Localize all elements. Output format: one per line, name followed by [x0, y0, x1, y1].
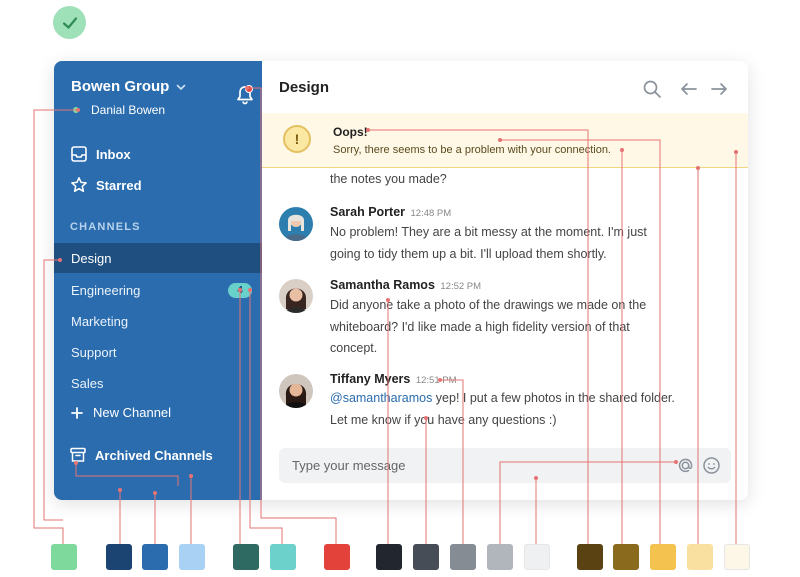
- color-swatch: [650, 544, 676, 570]
- team-name: Bowen Group: [71, 78, 170, 95]
- channel-label: Design: [71, 250, 112, 266]
- message-author: Sarah Porter 12:48 PM: [330, 205, 451, 219]
- channel-label: Sales: [71, 375, 104, 391]
- message-line: @samantharamos yep! I put a few photos i…: [330, 388, 710, 410]
- channel-title: Design: [279, 79, 330, 96]
- message-author: Tiffany Myers 12:51 PM: [330, 372, 457, 386]
- connection-alert: ! Oops! Sorry, there seems to be a probl…: [262, 113, 748, 168]
- archive-icon: [70, 447, 86, 462]
- color-swatch: [106, 544, 132, 570]
- arrow-left-icon[interactable]: [679, 79, 699, 99]
- chat-app-window: Bowen Group Danial Bowen Inbox Starred C…: [54, 61, 748, 500]
- new-channel-button[interactable]: New Channel: [71, 405, 171, 420]
- alert-title: Oops!: [333, 125, 368, 139]
- online-status-dot: [73, 107, 79, 113]
- nav-starred[interactable]: Starred: [70, 176, 142, 194]
- channel-design[interactable]: Design: [54, 243, 262, 273]
- team-switcher[interactable]: Bowen Group: [71, 78, 187, 95]
- message-line: Did anyone take a photo of the drawings …: [330, 298, 647, 312]
- avatar: [279, 374, 313, 408]
- message-body: @samantharamos yep! I put a few photos i…: [330, 388, 710, 431]
- notification-dot: [245, 85, 253, 93]
- conversation-panel: Design ! Oops! Sorry, there seems to be …: [262, 61, 748, 500]
- channel-label: Marketing: [71, 313, 129, 329]
- channel-engineering[interactable]: Engineering 4: [54, 275, 262, 305]
- nav-label: Starred: [96, 177, 142, 193]
- author-name: Samantha Ramos: [330, 278, 435, 292]
- color-swatch: [687, 544, 713, 570]
- color-swatch: [577, 544, 603, 570]
- channel-support[interactable]: Support: [54, 337, 262, 367]
- message-time: 12:51 PM: [415, 375, 457, 386]
- avatar: [279, 279, 313, 313]
- search-icon[interactable]: [642, 79, 662, 99]
- author-name: Tiffany Myers: [330, 372, 411, 386]
- color-swatch: [376, 544, 402, 570]
- message-body: Did anyone take a photo of the drawings …: [330, 295, 710, 360]
- channel-marketing[interactable]: Marketing: [54, 306, 262, 336]
- message-line-rest: yep! I put a few photos in the shared fo…: [432, 391, 675, 405]
- channel-label: Support: [71, 344, 117, 360]
- chevron-down-icon: [177, 84, 186, 90]
- inbox-icon: [71, 146, 87, 162]
- color-swatch: [450, 544, 476, 570]
- color-swatch: [613, 544, 639, 570]
- mention-icon[interactable]: [676, 456, 695, 475]
- plus-icon: [71, 406, 83, 419]
- color-swatch: [233, 544, 259, 570]
- color-swatch: [413, 544, 439, 570]
- archived-channels-button[interactable]: Archived Channels: [69, 446, 213, 464]
- user-mention[interactable]: @samantharamos: [330, 391, 432, 405]
- author-name: Sarah Porter: [330, 205, 406, 219]
- message-input[interactable]: [292, 448, 662, 483]
- nav-inbox[interactable]: Inbox: [70, 145, 131, 163]
- star-icon: [71, 177, 87, 193]
- message-body: No problem! They are a bit messy at the …: [330, 222, 710, 265]
- color-swatch: [270, 544, 296, 570]
- color-swatch: [324, 544, 350, 570]
- unread-badge: 4: [228, 283, 252, 298]
- message-line: Let me know if you have any questions :): [330, 412, 557, 427]
- channel-sales[interactable]: Sales: [54, 368, 262, 398]
- color-swatch: [724, 544, 750, 570]
- channels-header: CHANNELS: [70, 221, 141, 233]
- emoji-icon[interactable]: [702, 456, 721, 475]
- color-swatch: [51, 544, 77, 570]
- message-line: concept.: [330, 341, 378, 355]
- message-time: 12:48 PM: [410, 208, 452, 219]
- nav-label: Inbox: [96, 146, 131, 162]
- current-user: Danial Bowen: [73, 103, 165, 117]
- message-line: whiteboard? I'd like made a high fidelit…: [330, 319, 630, 334]
- message-author: Samantha Ramos 12:52 PM: [330, 278, 481, 292]
- new-channel-label: New Channel: [93, 405, 172, 420]
- warning-icon: !: [283, 125, 311, 153]
- arrow-right-icon[interactable]: [709, 79, 729, 99]
- message-composer: [279, 448, 731, 483]
- avatar: [279, 207, 313, 241]
- color-swatch: [179, 544, 205, 570]
- success-check-icon: [53, 6, 86, 39]
- alert-text: Sorry, there seems to be a problem with …: [333, 144, 611, 156]
- user-name: Danial Bowen: [91, 103, 166, 117]
- color-swatch: [524, 544, 550, 570]
- archived-label: Archived Channels: [95, 447, 213, 463]
- partial-message: the notes you made?: [330, 172, 447, 186]
- color-swatch: [487, 544, 513, 570]
- message-line: going to tidy them up a bit. I'll upload…: [330, 246, 607, 261]
- message-line: No problem! They are a bit messy at the …: [330, 225, 647, 239]
- message-time: 12:52 PM: [440, 281, 482, 292]
- color-swatch: [142, 544, 168, 570]
- channel-label: Engineering: [71, 282, 141, 298]
- sidebar: Bowen Group Danial Bowen Inbox Starred C…: [54, 61, 262, 500]
